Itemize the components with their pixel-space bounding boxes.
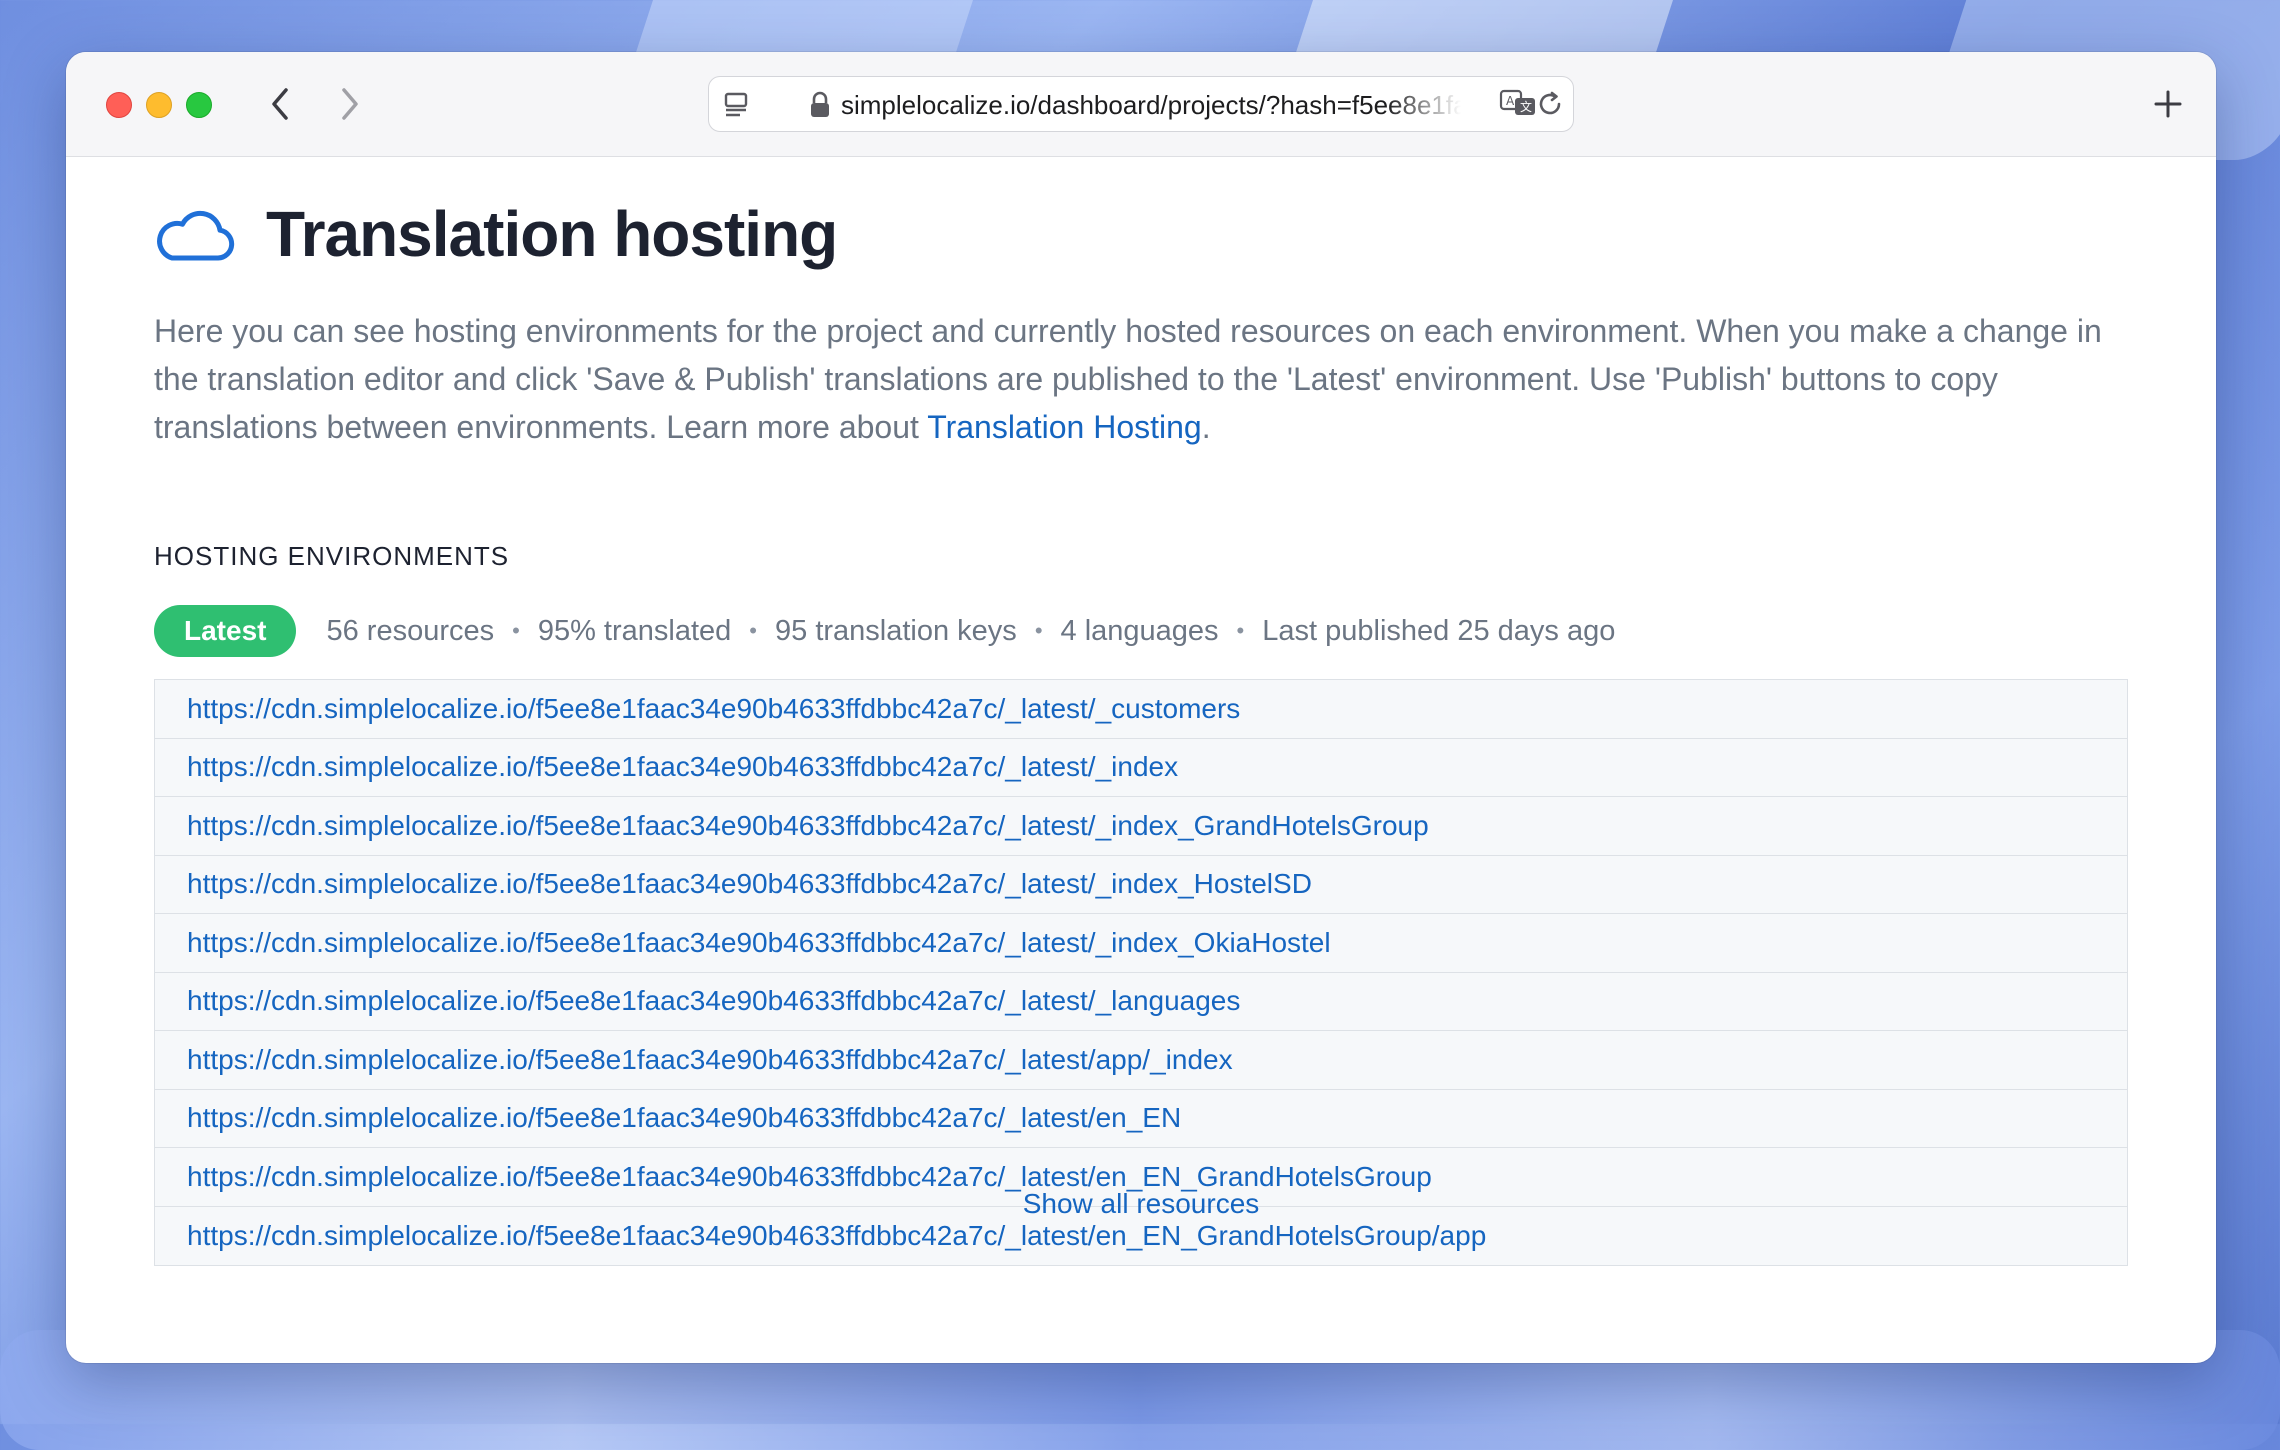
- sidebar-icon[interactable]: [723, 90, 751, 123]
- resource-link[interactable]: https://cdn.simplelocalize.io/f5ee8e1faa…: [187, 1220, 1486, 1252]
- separator-dot: •: [512, 618, 520, 643]
- svg-text:A: A: [1506, 94, 1515, 108]
- list-item: https://cdn.simplelocalize.io/f5ee8e1faa…: [155, 797, 2127, 856]
- chevron-left-icon: [272, 88, 288, 120]
- page-content: Translation hosting Here you can see hos…: [66, 157, 2216, 1363]
- resource-link[interactable]: https://cdn.simplelocalize.io/f5ee8e1faa…: [187, 810, 1429, 842]
- show-all-resources-link[interactable]: Show all resources: [1023, 1188, 1260, 1219]
- browser-window: simplelocalize.io/dashboard/projects/?ha…: [66, 52, 2216, 1363]
- page-title: Translation hosting: [266, 198, 838, 270]
- list-item: https://cdn.simplelocalize.io/f5ee8e1faa…: [155, 739, 2127, 797]
- separator-dot: •: [1236, 618, 1245, 643]
- translation-hosting-link[interactable]: Translation Hosting: [927, 409, 1202, 445]
- new-tab-button[interactable]: [2146, 82, 2190, 126]
- list-item: https://cdn.simplelocalize.io/f5ee8e1faa…: [155, 1031, 2127, 1090]
- list-item: https://cdn.simplelocalize.io/f5ee8e1faa…: [155, 856, 2127, 914]
- list-item: https://cdn.simplelocalize.io/f5ee8e1faa…: [155, 914, 2127, 973]
- back-button[interactable]: [258, 82, 302, 126]
- svg-text:文: 文: [1520, 99, 1532, 114]
- chevron-right-icon: [342, 88, 358, 120]
- separator-dot: •: [1034, 618, 1043, 643]
- show-all-container: Show all resources: [66, 1188, 2216, 1220]
- list-item: https://cdn.simplelocalize.io/f5ee8e1faa…: [155, 973, 2127, 1031]
- environment-badge[interactable]: Latest: [154, 605, 297, 657]
- resource-link[interactable]: https://cdn.simplelocalize.io/f5ee8e1faa…: [187, 927, 1331, 959]
- lock-icon: [809, 91, 831, 124]
- last-published: Last published 25 days ago: [1262, 614, 1616, 647]
- resource-link[interactable]: https://cdn.simplelocalize.io/f5ee8e1faa…: [187, 868, 1312, 900]
- reload-icon[interactable]: [1535, 89, 1565, 124]
- address-bar[interactable]: simplelocalize.io/dashboard/projects/?ha…: [708, 76, 1574, 132]
- minimize-window-button[interactable]: [146, 92, 172, 118]
- translation-keys-count: 95 translation keys: [775, 614, 1017, 647]
- resource-link[interactable]: https://cdn.simplelocalize.io/f5ee8e1faa…: [187, 751, 1178, 783]
- languages-count: 4 languages: [1060, 614, 1219, 647]
- translated-percent: 95% translated: [537, 614, 732, 647]
- resource-link[interactable]: https://cdn.simplelocalize.io/f5ee8e1faa…: [187, 985, 1240, 1017]
- forward-button[interactable]: [328, 82, 372, 126]
- plus-icon: [2154, 90, 2182, 118]
- list-item: https://cdn.simplelocalize.io/f5ee8e1faa…: [155, 680, 2127, 739]
- zoom-window-button[interactable]: [186, 92, 212, 118]
- page-description: Here you can see hosting environments fo…: [154, 307, 2134, 451]
- description-end: .: [1201, 409, 1211, 445]
- section-title: HOSTING ENVIRONMENTS: [154, 541, 510, 571]
- close-window-button[interactable]: [106, 92, 132, 118]
- browser-toolbar: simplelocalize.io/dashboard/projects/?ha…: [66, 52, 2216, 157]
- translate-icon[interactable]: A文: [1499, 89, 1537, 124]
- resource-link[interactable]: https://cdn.simplelocalize.io/f5ee8e1faa…: [187, 693, 1240, 725]
- url-text[interactable]: simplelocalize.io/dashboard/projects/?ha…: [841, 90, 1461, 120]
- separator-dot: •: [749, 618, 757, 643]
- page-header: Translation hosting: [154, 197, 838, 271]
- resource-list: https://cdn.simplelocalize.io/f5ee8e1faa…: [154, 679, 2128, 1266]
- list-item: https://cdn.simplelocalize.io/f5ee8e1faa…: [155, 1090, 2127, 1148]
- environment-summary: Latest 56 resources • 95% translated • 9…: [154, 605, 1615, 657]
- cloud-icon: [157, 210, 235, 261]
- resource-link[interactable]: https://cdn.simplelocalize.io/f5ee8e1faa…: [187, 1044, 1233, 1076]
- resources-count: 56 resources: [326, 614, 495, 647]
- resource-link[interactable]: https://cdn.simplelocalize.io/f5ee8e1faa…: [187, 1102, 1181, 1134]
